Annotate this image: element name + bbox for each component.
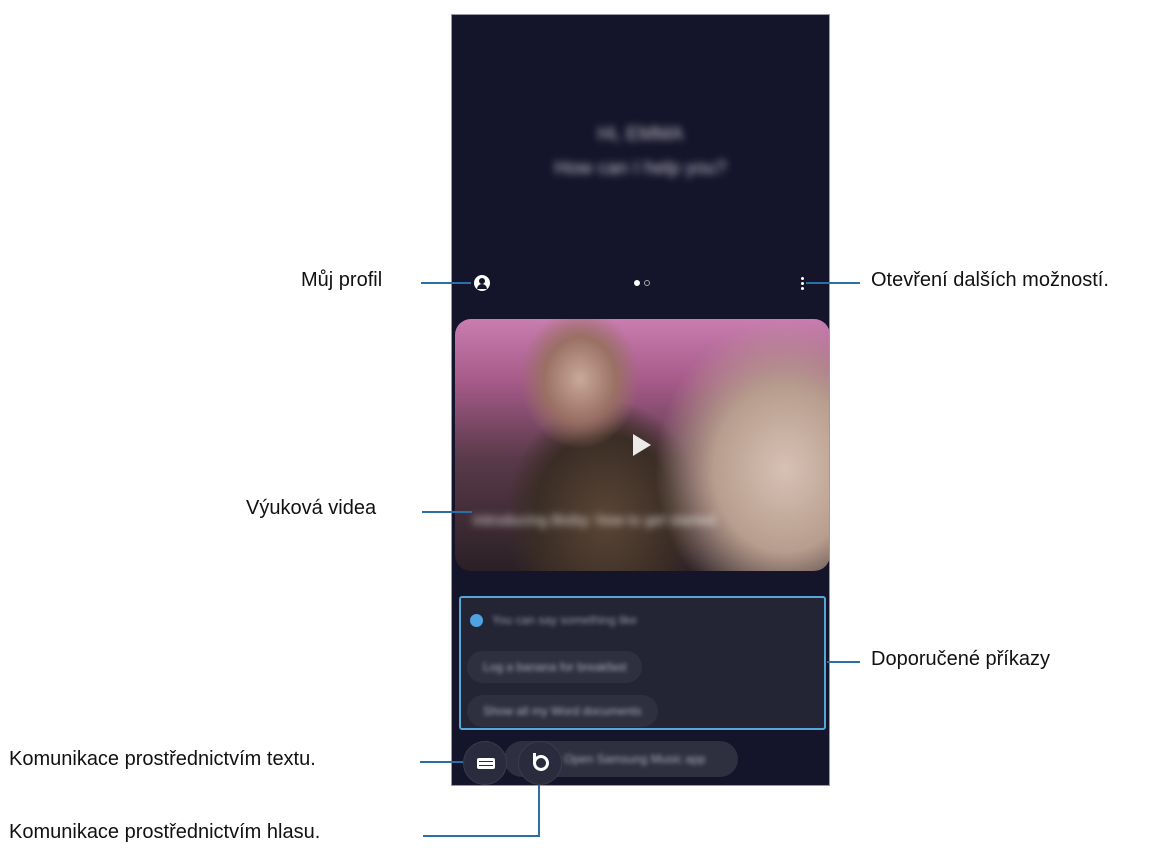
keyboard-icon [477,758,495,769]
label-text-communication: Komunikace prostřednictvím textu. [9,748,316,770]
keyboard-button[interactable] [463,741,507,785]
phone-screen: Hi, EMMA How can I help you? Introducing… [451,14,830,786]
callout-line-profile [421,282,471,284]
callout-line-text [420,761,463,763]
greeting: Hi, EMMA How can I help you? [452,118,829,186]
suggestion-chip-label: Show all my Word documents [483,704,642,718]
video-caption: Introducing Bixby: how to get started [473,512,716,529]
tutorial-video-card[interactable]: Introducing Bixby: how to get started [455,319,829,571]
suggestion-hint: You can say something like [492,613,637,627]
callout-line-videos [422,511,472,513]
suggestion-chip-label: Open Samsung Music app [564,752,706,766]
suggestion-chip[interactable]: Log a banana for breakfast [467,651,643,683]
label-profile: Můj profil [301,269,383,291]
voice-button[interactable] [518,741,562,785]
callout-line-suggestions [827,661,860,663]
page-dot-active [634,280,640,286]
label-voice-communication: Komunikace prostřednictvím hlasu. [9,821,321,843]
label-suggested-commands: Doporučené příkazy [871,648,1050,670]
bixby-suggestion-icon [470,614,483,627]
suggestion-chip-label: Log a banana for breakfast [483,660,627,674]
page-dot [644,280,650,286]
play-icon[interactable] [633,434,651,456]
greeting-line-2: How can I help you? [554,158,727,179]
label-more-options: Otevření dalších možností. [871,269,1109,291]
page-indicator [632,280,652,298]
profile-icon[interactable] [474,275,490,291]
more-options-icon[interactable] [801,277,805,291]
suggestion-chip[interactable]: Show all my Word documents [467,695,658,727]
callout-line-voice-v [538,785,540,837]
callout-line-voice-h [423,835,540,837]
bixby-voice-icon [533,753,549,771]
greeting-line-1: Hi, EMMA [597,124,684,145]
label-tutorial-videos: Výuková videa [246,497,377,519]
callout-line-more [806,282,860,284]
